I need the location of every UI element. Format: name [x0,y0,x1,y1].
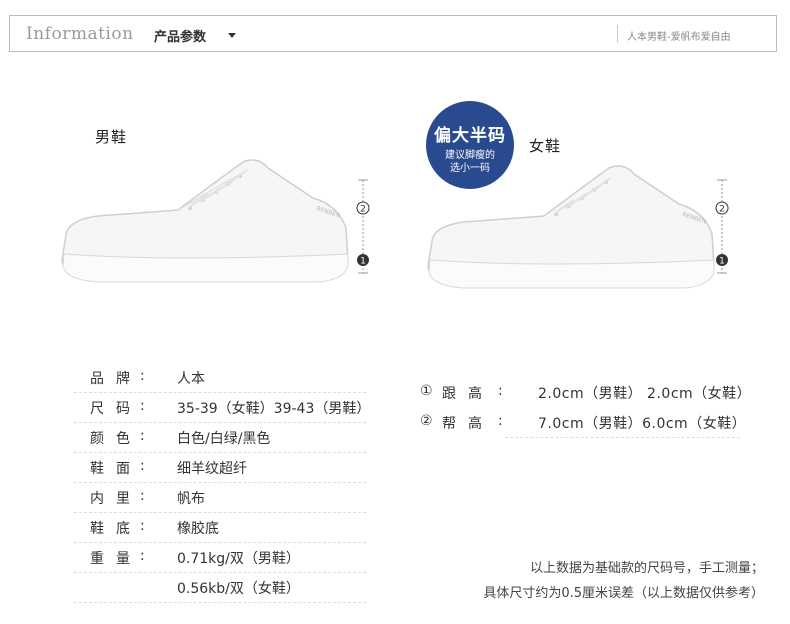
spec-row-weight: 重量 : 0.71kg/双（男鞋） [74,542,366,573]
spec-key: 颜色 [90,431,142,447]
marker-2-label: 2 [360,205,366,215]
row-value: 7.0cm（男鞋）6.0cm（女鞋） [538,416,747,432]
spec-value: 细羊纹超纤 [177,461,247,477]
product-params-dropdown[interactable]: 产品参数 [154,26,206,45]
heel-height-row: ① 跟高 : 2.0cm（男鞋） 2.0cm（女鞋） [418,377,758,407]
spec-value: 35-39（女鞋）39-43（男鞋） [177,401,371,417]
spec-row-weight-women: 0.56kb/双（女鞋） [74,572,366,603]
spec-key: 鞋面 [90,461,142,477]
divider [505,437,740,439]
note-line-2: 具体尺寸约为0.5厘米误差（以上数据仅供参考） [483,586,764,601]
spec-colon: : [140,368,145,384]
upper-height-row: ② 帮高 : 7.0cm（男鞋）6.0cm（女鞋） [418,407,758,437]
spec-value: 帆布 [177,491,205,507]
spec-key: 重量 [90,551,142,567]
men-shoe-label: 男鞋 [95,128,128,146]
spec-key: 鞋底 [90,521,142,537]
spec-row-size: 尺码 : 35-39（女鞋）39-43（男鞋） [74,392,370,423]
brand-slogan: 人本男鞋-爱帆布爱自由 [627,32,731,43]
spec-colon: : [140,488,145,504]
marker-1-label: 1 [719,257,725,267]
row-value: 2.0cm（男鞋） 2.0cm（女鞋） [538,386,752,402]
row-colon: : [498,413,503,429]
men-dimension-markers: 2 1 [356,179,370,274]
spec-row-upper: 鞋面 : 细羊纹超纤 [74,452,366,483]
spec-colon: : [140,398,145,414]
spec-row-sole: 鞋底 : 橡胶底 [74,512,366,543]
spec-value: 橡胶底 [177,521,219,537]
spec-colon: : [140,518,145,534]
badge-title: 偏大半码 [434,126,506,146]
spec-value: 0.56kb/双（女鞋） [177,581,300,597]
spec-key: 内里 [90,491,142,507]
spec-row-lining: 内里 : 帆布 [74,482,366,513]
marker-2-label: 2 [719,205,725,215]
caret-down-icon[interactable] [228,33,236,38]
spec-colon: : [140,458,145,474]
spec-row-color: 颜色 : 白色/白绿/黑色 [74,422,366,453]
spec-row-brand: 品牌 : 人本 [74,362,366,393]
row-number: ② [420,413,433,429]
spec-key: 品牌 [90,371,142,387]
spec-key: 尺码 [90,401,142,417]
spec-value: 0.71kg/双（男鞋） [177,551,300,567]
row-key: 帮高 [442,416,494,432]
spec-value: 白色/白绿/黑色 [177,431,271,447]
divider [617,25,618,43]
women-dimension-markers: 2 1 [715,179,729,274]
row-colon: : [498,383,503,399]
note-line-1: 以上数据为基础款的尺码号，手工测量； [529,561,764,576]
information-title: Information [26,24,134,44]
header-bar: Information 产品参数 人本男鞋-爱帆布爱自由 [9,15,777,52]
spec-colon: : [140,548,145,564]
row-key: 跟高 [442,386,494,402]
women-shoe-image: RENBEN [427,165,715,289]
marker-1-label: 1 [360,257,366,267]
spec-colon: : [140,428,145,444]
women-shoe-label: 女鞋 [529,137,562,155]
row-number: ① [420,383,433,399]
men-shoe-image: RENBEN [61,159,349,283]
spec-value: 人本 [177,371,205,387]
